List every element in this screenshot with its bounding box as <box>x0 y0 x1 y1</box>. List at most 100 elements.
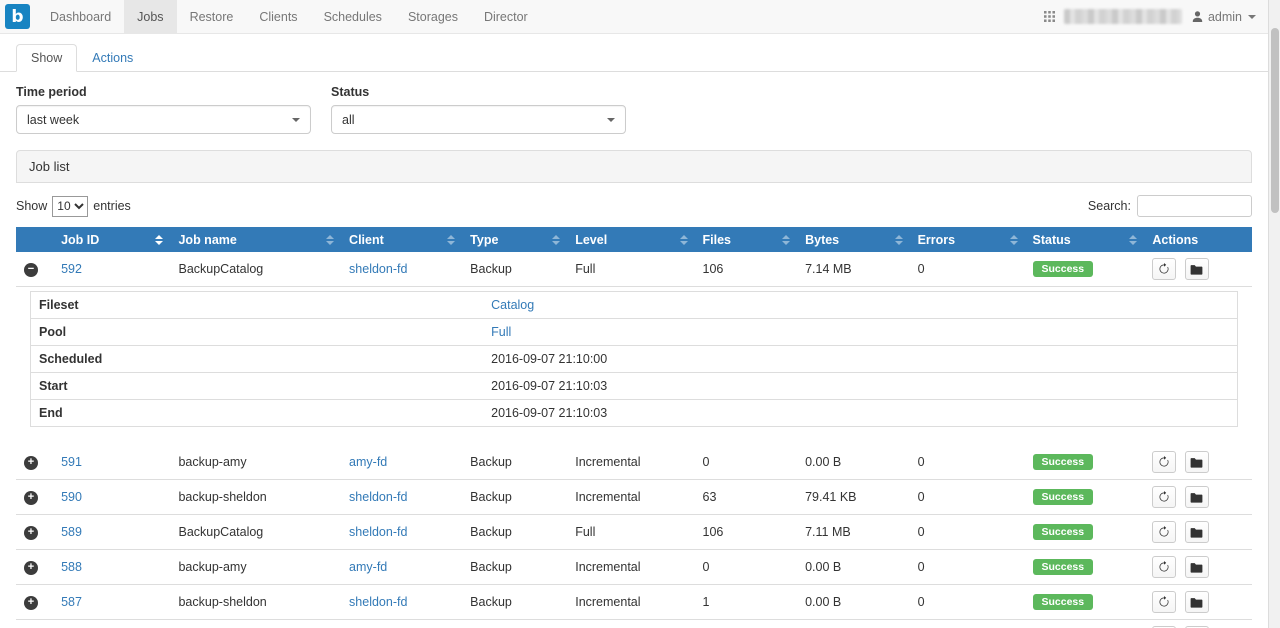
expand-cell: + <box>16 550 53 585</box>
detail-link[interactable]: Catalog <box>491 298 534 312</box>
entries-label: entries <box>93 199 131 213</box>
status-select[interactable]: all <box>331 105 626 134</box>
detail-value: 2016-09-07 21:10:03 <box>483 400 1237 427</box>
column-header-job-id[interactable]: Job ID <box>53 227 170 252</box>
expand-cell: − <box>16 252 53 287</box>
nav-item-director[interactable]: Director <box>471 0 541 33</box>
job-bytes-cell: 0.00 B <box>797 550 909 585</box>
vertical-scrollbar[interactable] <box>1268 0 1280 628</box>
caret-down-icon <box>292 118 300 122</box>
sort-icon[interactable] <box>447 235 455 245</box>
tab-actions[interactable]: Actions <box>77 44 148 72</box>
detail-link[interactable]: Full <box>491 325 511 339</box>
sort-icon[interactable] <box>680 235 688 245</box>
job-files-button[interactable] <box>1185 258 1209 280</box>
job-id-cell: 591 <box>53 445 170 480</box>
nav-item-label: Schedules <box>324 10 382 24</box>
time-period-select[interactable]: last week <box>16 105 311 134</box>
job-id-link[interactable]: 590 <box>61 490 82 504</box>
tab-show[interactable]: Show <box>16 44 77 72</box>
rerun-job-button[interactable] <box>1152 521 1176 543</box>
job-id-link[interactable]: 589 <box>61 525 82 539</box>
sort-icon[interactable] <box>155 235 163 245</box>
rerun-job-button[interactable] <box>1152 451 1176 473</box>
job-errors-cell: 0 <box>910 550 1025 585</box>
scrollbar-thumb[interactable] <box>1271 28 1279 213</box>
job-files-button[interactable] <box>1185 521 1209 543</box>
client-link[interactable]: amy-fd <box>349 560 387 574</box>
job-id-link[interactable]: 588 <box>61 560 82 574</box>
sort-icon[interactable] <box>1010 235 1018 245</box>
client-link[interactable]: sheldon-fd <box>349 595 407 609</box>
bareos-logo[interactable]: b <box>0 0 37 33</box>
job-actions-cell <box>1144 620 1252 628</box>
column-header-status[interactable]: Status <box>1025 227 1145 252</box>
column-header-type[interactable]: Type <box>462 227 567 252</box>
nav-item-schedules[interactable]: Schedules <box>311 0 395 33</box>
nav-item-clients[interactable]: Clients <box>246 0 310 33</box>
entries-select[interactable]: 10 <box>52 196 88 217</box>
job-bytes-cell: 79.41 KB <box>797 480 909 515</box>
rerun-job-button[interactable] <box>1152 556 1176 578</box>
job-level-cell: Full <box>567 252 694 287</box>
expand-row-button[interactable]: + <box>24 596 38 610</box>
client-link[interactable]: sheldon-fd <box>349 262 407 276</box>
sort-icon[interactable] <box>782 235 790 245</box>
column-header-level[interactable]: Level <box>567 227 694 252</box>
job-id-link[interactable]: 587 <box>61 595 82 609</box>
job-files-cell: 0 <box>695 550 798 585</box>
client-link[interactable]: amy-fd <box>349 455 387 469</box>
job-detail-row: PoolFull <box>31 319 1238 346</box>
client-cell: amy-fd <box>341 550 462 585</box>
apps-grid-icon[interactable] <box>1044 11 1055 22</box>
job-files-button[interactable] <box>1185 591 1209 613</box>
rerun-job-button[interactable] <box>1152 591 1176 613</box>
job-id-link[interactable]: 591 <box>61 455 82 469</box>
user-menu[interactable]: admin <box>1191 10 1256 24</box>
sort-icon[interactable] <box>326 235 334 245</box>
job-errors-cell: 0 <box>910 585 1025 620</box>
rerun-job-button[interactable] <box>1152 486 1176 508</box>
search-control: Search: <box>1088 195 1252 217</box>
time-period-label: Time period <box>16 85 311 99</box>
sort-icon[interactable] <box>895 235 903 245</box>
sort-icon[interactable] <box>552 235 560 245</box>
job-files-cell: 1 <box>695 585 798 620</box>
sort-icon[interactable] <box>1129 235 1137 245</box>
expand-row-button[interactable]: − <box>24 263 38 277</box>
column-header-files[interactable]: Files <box>695 227 798 252</box>
job-files-button[interactable] <box>1185 556 1209 578</box>
nav-item-dashboard[interactable]: Dashboard <box>37 0 124 33</box>
nav-item-jobs[interactable]: Jobs <box>124 0 176 33</box>
column-header-job-name[interactable]: Job name <box>170 227 341 252</box>
client-cell: sheldon-fd <box>341 620 462 628</box>
client-cell: sheldon-fd <box>341 480 462 515</box>
column-header-bytes[interactable]: Bytes <box>797 227 909 252</box>
column-header-actions[interactable]: Actions <box>1144 227 1252 252</box>
rerun-job-button[interactable] <box>1152 258 1176 280</box>
time-period-filter: Time period last week <box>16 85 311 134</box>
nav-item-restore[interactable]: Restore <box>177 0 247 33</box>
client-link[interactable]: sheldon-fd <box>349 490 407 504</box>
job-id-link[interactable]: 592 <box>61 262 82 276</box>
expand-row-button[interactable]: + <box>24 561 38 575</box>
expand-row-button[interactable]: + <box>24 526 38 540</box>
job-level-cell: Full <box>567 515 694 550</box>
job-row: + 588 backup-amy amy-fd Backup Increment… <box>16 550 1252 585</box>
job-type-cell: Backup <box>462 480 567 515</box>
job-files-button[interactable] <box>1185 486 1209 508</box>
client-link[interactable]: sheldon-fd <box>349 525 407 539</box>
status-value: all <box>342 113 355 127</box>
column-header-errors[interactable]: Errors <box>910 227 1025 252</box>
search-input[interactable] <box>1137 195 1252 217</box>
nav-item-storages[interactable]: Storages <box>395 0 471 33</box>
column-header-client[interactable]: Client <box>341 227 462 252</box>
expand-row-button[interactable]: + <box>24 456 38 470</box>
expand-row-button[interactable]: + <box>24 491 38 505</box>
job-actions-cell <box>1144 445 1252 480</box>
job-name-cell: backup-amy <box>170 550 341 585</box>
filters: Time period last week Status all <box>0 72 1268 136</box>
job-files-button[interactable] <box>1185 451 1209 473</box>
job-files-cell: 0 <box>695 445 798 480</box>
top-navbar: b DashboardJobsRestoreClients Schedules St… <box>0 0 1268 34</box>
